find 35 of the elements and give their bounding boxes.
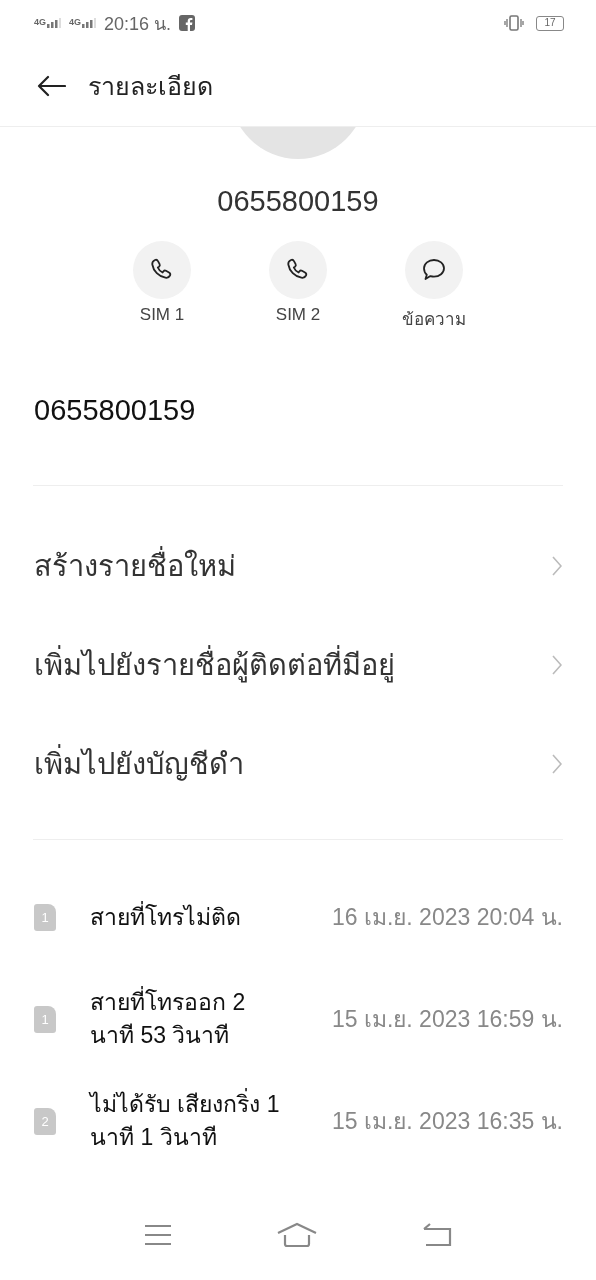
screen-title: รายละเอียด [88, 71, 213, 102]
back-arrow-icon [36, 75, 66, 97]
call-time: 15 เม.ย. 2023 16:59 น. [331, 1005, 563, 1034]
call-description: สายที่โทรออก 2 นาที 53 วินาที [90, 986, 290, 1052]
menu-item[interactable]: สร้างรายชื่อใหม่ [0, 516, 596, 615]
menu-icon [144, 1224, 172, 1246]
vibrate-icon [504, 15, 524, 31]
action-label: SIM 1 [139, 305, 185, 325]
network-label: 4G [34, 18, 46, 27]
back-button[interactable] [36, 75, 66, 97]
facebook-icon [179, 15, 196, 31]
action-label: ข้อความ [402, 309, 466, 331]
menu-item[interactable]: เพิ่มไปยังรายชื่อผู้ติดต่อที่มีอยู่ [0, 615, 596, 714]
home-icon [277, 1222, 317, 1248]
status-time: 20:16 น. [104, 12, 172, 36]
recents-button[interactable] [144, 1224, 172, 1246]
call-description: ไม่ได้รับ เสียงกริ่ง 1 นาที 1 วินาที [90, 1088, 290, 1154]
call-time: 15 เม.ย. 2023 16:35 น. [331, 1107, 563, 1136]
menu-item[interactable]: เพิ่มไปยังบัญชีดำ [0, 714, 596, 813]
call-time: 16 เม.ย. 2023 20:04 น. [331, 903, 563, 932]
back-icon [422, 1223, 452, 1247]
call-description: สายที่โทรไม่ติด [90, 900, 242, 932]
phone-number: 0655800159 [216, 184, 380, 219]
battery-level: 17 [544, 18, 556, 28]
chevron-right-icon [552, 654, 562, 675]
signal-icon [82, 18, 97, 28]
back-nav-button[interactable] [422, 1223, 452, 1247]
chevron-right-icon [552, 753, 562, 774]
action-label: SIM 2 [275, 305, 321, 325]
signal-icon [47, 18, 61, 28]
phone-number: 0655800159 [34, 393, 197, 428]
speech-bubble-icon [421, 257, 447, 283]
chevron-right-icon [552, 555, 562, 576]
network-label: 4G [69, 18, 82, 27]
home-button[interactable] [277, 1222, 317, 1248]
